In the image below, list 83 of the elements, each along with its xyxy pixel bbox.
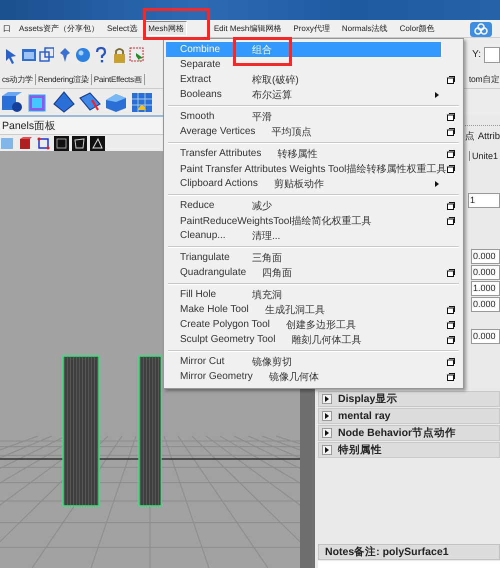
shaded-icon[interactable] bbox=[72, 136, 87, 150]
number-field[interactable]: 0.000 bbox=[471, 297, 500, 312]
menu-bar-item[interactable]: Proxy代理 bbox=[290, 21, 333, 36]
menu-bar-item[interactable]: Color颜色 bbox=[396, 21, 438, 36]
option-box-icon[interactable] bbox=[447, 202, 455, 210]
node-tab[interactable]: Unite1 bbox=[468, 151, 500, 161]
menu-item[interactable]: Triangulate 三角面 bbox=[166, 250, 463, 265]
editor-tab[interactable]: Attrib bbox=[478, 130, 500, 142]
option-box-icon[interactable] bbox=[447, 164, 455, 172]
shelf-tab[interactable]: tom自定 bbox=[468, 74, 500, 86]
copy-icon[interactable] bbox=[38, 46, 54, 64]
notes-field[interactable] bbox=[318, 561, 500, 568]
menu-item[interactable]: Mirror Geometry 镜像几何体 bbox=[166, 369, 463, 384]
menu-item[interactable]: Booleans 布尔运算 bbox=[166, 87, 463, 102]
submenu-arrow-icon bbox=[435, 180, 439, 186]
menu-item[interactable]: PaintReduceWeightsTool描绘简化权重工具 bbox=[166, 213, 463, 228]
shelf-tab[interactable]: PaintEffects画 bbox=[92, 74, 145, 85]
option-box-icon[interactable] bbox=[447, 268, 455, 276]
panels-menu[interactable]: Panels面板 bbox=[2, 118, 56, 132]
shelf-tab[interactable]: Rendering渲染 bbox=[36, 74, 92, 85]
highlight-box bbox=[233, 37, 292, 66]
menu-item[interactable]: Average Vertices 平均顶点 bbox=[166, 124, 463, 139]
sphere-icon[interactable] bbox=[74, 46, 90, 64]
option-box-icon[interactable] bbox=[447, 372, 455, 380]
menu-item[interactable]: Make Hole Tool 生成孔洞工具 bbox=[166, 302, 463, 317]
grid-icon[interactable] bbox=[130, 90, 154, 114]
menu-item[interactable]: Fill Hole 填充洞 bbox=[166, 287, 463, 302]
expand-arrow-icon[interactable] bbox=[325, 396, 329, 402]
name-field[interactable]: 1 bbox=[468, 193, 500, 208]
coordinate-label: Y: bbox=[472, 49, 481, 60]
menu-item[interactable]: Paint Transfer Attributes Weights Tool描绘转移属性权重工具 bbox=[166, 161, 463, 176]
submenu-arrow-icon bbox=[435, 92, 439, 98]
menu-bar-item[interactable]: Select选 bbox=[104, 21, 140, 36]
expand-arrow-icon[interactable] bbox=[325, 430, 329, 436]
menu-bar-item[interactable]: Assets资产（分享包） bbox=[16, 21, 102, 36]
number-field[interactable]: 0.000 bbox=[471, 249, 500, 264]
cube-icon[interactable] bbox=[0, 90, 24, 114]
section-header[interactable]: mental ray bbox=[318, 408, 500, 424]
menu-item[interactable]: Sculpt Geometry Tool 雕刻几何体工具 bbox=[166, 332, 463, 347]
wireframe-icon[interactable] bbox=[54, 136, 69, 150]
number-field[interactable]: 0.000 bbox=[471, 329, 500, 344]
cylinder-model[interactable] bbox=[138, 355, 162, 507]
menu-item[interactable]: Transfer Attributes 转移属性 bbox=[166, 146, 463, 161]
lighting-icon[interactable] bbox=[90, 136, 105, 150]
menu-item[interactable]: Clipboard Actions 剪贴板动作 bbox=[166, 176, 463, 191]
cylinder-model[interactable] bbox=[62, 355, 100, 507]
editor-tab[interactable]: 点 bbox=[464, 130, 475, 142]
menu-item[interactable]: Smooth 平滑 bbox=[166, 109, 463, 124]
menu-item[interactable]: Separate bbox=[166, 57, 463, 72]
menu-bar-item[interactable]: Mesh网格 bbox=[145, 21, 187, 36]
expand-arrow-icon[interactable] bbox=[325, 447, 329, 453]
menu-item[interactable]: Extract 榨取(破碎) bbox=[166, 72, 463, 87]
selection-icon[interactable] bbox=[128, 46, 144, 64]
option-box-icon[interactable] bbox=[447, 336, 455, 344]
menu-item[interactable]: Create Polygon Tool 创建多边形工具 bbox=[166, 317, 463, 332]
menu-item[interactable]: Mirror Cut 镜像剪切 bbox=[166, 354, 463, 369]
menu-item[interactable]: Cleanup... 清理... bbox=[166, 228, 463, 243]
menu-bar-item[interactable]: Edit Mesh编辑网格 bbox=[210, 21, 284, 36]
number-field[interactable]: 1.000 bbox=[471, 281, 500, 296]
option-box-icon[interactable] bbox=[447, 320, 455, 328]
frame-icon[interactable] bbox=[36, 136, 51, 150]
menu-item[interactable]: Reduce 减少 bbox=[166, 198, 463, 213]
option-box-icon[interactable] bbox=[447, 358, 455, 366]
coordinate-field[interactable] bbox=[484, 46, 500, 62]
highlight-box bbox=[143, 8, 210, 40]
section-header[interactable]: Node Behavior节点动作 bbox=[318, 425, 500, 441]
option-box-icon[interactable] bbox=[447, 216, 455, 224]
option-box-icon[interactable] bbox=[447, 76, 455, 84]
option-box-icon[interactable] bbox=[447, 150, 455, 158]
cloud-icon[interactable] bbox=[470, 22, 492, 37]
section-header[interactable]: Display显示 bbox=[318, 391, 500, 407]
option-box-icon[interactable] bbox=[447, 112, 455, 120]
option-box-icon[interactable] bbox=[447, 306, 455, 314]
expand-arrow-icon[interactable] bbox=[325, 413, 329, 419]
menu-bar-item[interactable]: 口 bbox=[0, 21, 14, 36]
number-field[interactable]: 0.000 bbox=[471, 265, 500, 280]
shelf-tab[interactable]: cs动力学 bbox=[0, 74, 36, 85]
option-box-icon[interactable] bbox=[447, 128, 455, 136]
menu-bar-item[interactable]: Normals法线 bbox=[338, 21, 391, 36]
notes-bar: Notes备注: polySurface1 bbox=[318, 544, 500, 560]
menu-item[interactable]: Quadrangulate 四角面 bbox=[166, 265, 463, 280]
section-header[interactable]: 特别属性 bbox=[318, 442, 500, 458]
cube-icon[interactable] bbox=[18, 136, 33, 150]
